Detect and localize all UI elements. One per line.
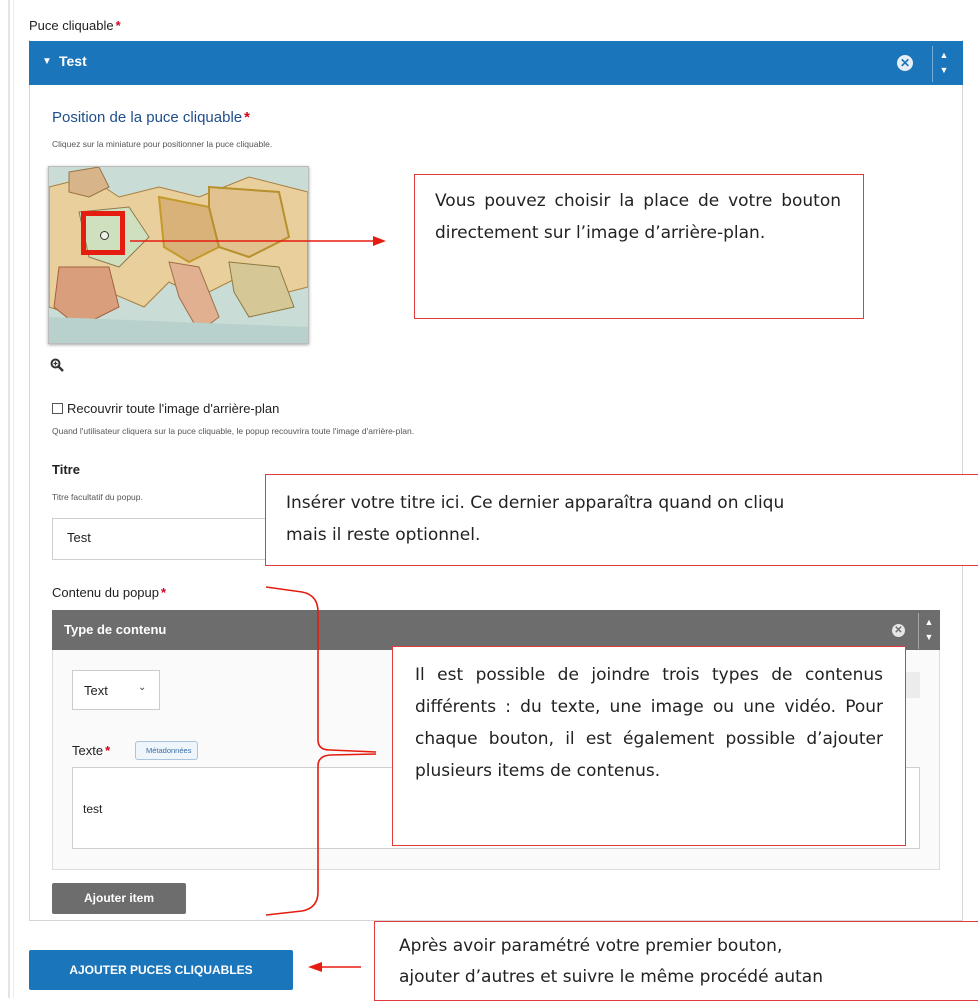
callout-position: Vous pouvez choisir la place de votre bo…	[414, 174, 864, 319]
position-title: Position de la puce cliquable *	[52, 109, 250, 126]
position-hint: Cliquez sur la miniature pour positionne…	[52, 139, 273, 149]
cover-checkbox-row[interactable]: Recouvrir toute l'image d'arrière-plan	[52, 401, 279, 416]
close-icon[interactable]: ✕	[897, 55, 913, 71]
chevron-down-icon: ⌄	[138, 682, 147, 693]
hotspot-position-marker[interactable]	[100, 231, 109, 240]
metadata-tag[interactable]: Métadonnées	[135, 741, 199, 760]
puce-header-title: Test	[59, 53, 87, 69]
add-item-button[interactable]: Ajouter item	[52, 883, 186, 914]
close-icon[interactable]: ✕	[892, 624, 905, 637]
background-image-thumbnail[interactable]	[48, 166, 309, 344]
europe-map-image	[49, 167, 308, 343]
required-mark: *	[160, 585, 167, 600]
content-type-title: Type de contenu	[64, 622, 167, 637]
sort-arrows-icon[interactable]: ▲ ▼	[918, 613, 939, 649]
content-type-header[interactable]: Type de contenu ✕ ▲ ▼	[52, 610, 940, 650]
cover-checkbox[interactable]	[52, 403, 63, 414]
titre-hint: Titre facultatif du popup.	[52, 492, 143, 502]
required-mark: *	[244, 109, 250, 126]
required-mark: *	[105, 743, 111, 758]
sort-arrows-icon[interactable]: ▲ ▼	[932, 46, 955, 82]
collapse-caret-icon[interactable]: ▼	[42, 56, 52, 67]
cover-hint: Quand l'utilisateur cliquera sur la puce…	[52, 426, 415, 436]
callout-content: Il est possible de joindre trois types d…	[392, 646, 906, 846]
callout-title: Insérer votre titre ici. Ce dernier appa…	[265, 474, 978, 566]
cover-checkbox-label: Recouvrir toute l'image d'arrière-plan	[67, 401, 280, 416]
puce-cliquable-label: Puce cliquable *	[29, 18, 121, 33]
contenu-popup-label: Contenu du popup *	[52, 585, 167, 600]
required-mark: *	[115, 18, 121, 33]
puce-header-bar[interactable]: ▼ Test ✕ ▲ ▼	[29, 41, 963, 85]
zoom-in-icon[interactable]	[50, 358, 64, 377]
titre-label: Titre	[52, 462, 80, 477]
callout-add-hotspots: Après avoir paramétré votre premier bout…	[374, 921, 978, 1001]
content-type-select-value: Text	[84, 683, 108, 698]
texte-label: Texte *	[72, 743, 111, 758]
page-border	[8, 0, 10, 998]
add-hotspots-button[interactable]: AJOUTER PUCES CLIQUABLES	[29, 950, 293, 990]
content-type-select[interactable]: Text ⌄	[72, 670, 160, 710]
page-border-inner	[13, 0, 14, 998]
